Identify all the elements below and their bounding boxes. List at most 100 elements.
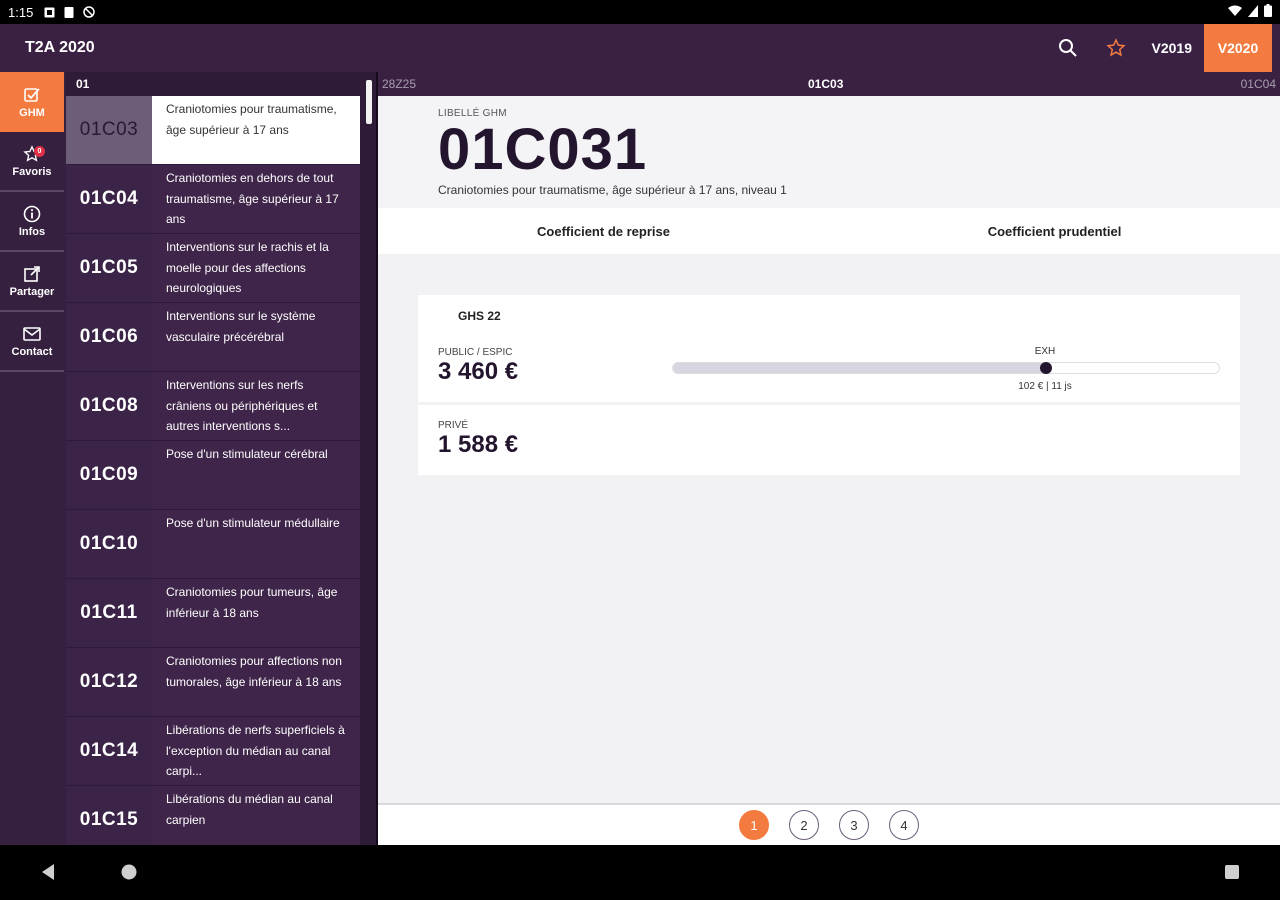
app-title: T2A 2020	[25, 39, 95, 56]
exh-label: EXH	[1034, 346, 1056, 357]
blocked-icon	[83, 6, 96, 18]
rail-item-label: GHM	[19, 107, 45, 119]
list-item-description: Pose d'un stimulateur médullaire	[152, 510, 360, 578]
rail-item-label: Contact	[11, 346, 53, 358]
list-item-code: 01C14	[66, 717, 152, 785]
ghs-public-card: GHS 22 PUBLIC / ESPIC 3 460 € EXH 102 € …	[418, 295, 1240, 402]
list-item[interactable]: 01C11 Craniotomies pour tumeurs, âge infé…	[66, 579, 360, 647]
ghm-list: 01 01C03 Craniotomies pour traumatisme, â…	[66, 72, 376, 845]
prive-value: 1 588 €	[438, 431, 519, 458]
exh-info: 102 € | 11 js	[1018, 381, 1072, 392]
list-item-description: Craniotomies pour traumatisme, âge supér…	[152, 96, 360, 164]
status-bar: 1:15	[0, 0, 1280, 24]
prive-label: PRIVÉ	[438, 420, 469, 431]
coef-reprise-tab[interactable]: Coefficient de reprise	[378, 208, 829, 254]
rail-item-infos[interactable]: Infos	[0, 192, 64, 252]
clipboard-icon	[63, 6, 75, 18]
list-item-code: 01C10	[66, 510, 152, 578]
rail-item-favoris[interactable]: 0 Favoris	[0, 132, 64, 192]
checkbox-icon	[22, 85, 42, 105]
list-item-code: 01C09	[66, 441, 152, 509]
rail-item-ghm[interactable]: GHM	[0, 72, 64, 132]
list-item[interactable]: 01C08 Interventions sur les nerfs crânien…	[66, 372, 360, 440]
rail-item-label: Favoris	[12, 166, 52, 178]
list-item[interactable]: 01C09 Pose d'un stimulateur cérébral	[66, 441, 360, 509]
page-3-button[interactable]: 3	[839, 810, 869, 840]
ghm-tab-strip: 28Z25 01C03 01C04	[378, 72, 1280, 96]
list-item[interactable]: 01C03 Craniotomies pour traumatisme, âge …	[66, 96, 360, 164]
page-2-button[interactable]: 2	[789, 810, 819, 840]
version-2019-button[interactable]: V2019	[1140, 24, 1204, 72]
list-scrollbar[interactable]	[366, 80, 372, 124]
wifi-icon	[1228, 5, 1242, 20]
rail-item-contact[interactable]: Contact	[0, 312, 64, 372]
exh-slider[interactable]	[672, 362, 1220, 374]
list-item-code: 01C03	[66, 96, 152, 164]
star-icon	[1105, 38, 1126, 57]
signal-icon	[1248, 4, 1258, 20]
ghm-subtitle: Craniotomies pour traumatisme, âge supér…	[438, 183, 787, 197]
list-item-code: 01C15	[66, 786, 152, 845]
mail-icon	[22, 324, 42, 344]
list-item-description: Interventions sur le rachis et la moelle…	[152, 234, 360, 302]
list-header: 01	[76, 77, 90, 91]
system-nav-bar	[0, 845, 1280, 900]
coef-prudentiel-tab[interactable]: Coefficient prudentiel	[829, 208, 1280, 254]
app-root: 1:15 T2A 2020 V2019 V2020 GHM 0 Favoris …	[0, 0, 1280, 900]
list-item-code: 01C05	[66, 234, 152, 302]
battery-icon	[1264, 4, 1272, 20]
list-item-description: Interventions sur les nerfs crâniens ou …	[152, 372, 360, 440]
list-item-description: Craniotomies en dehors de tout traumatis…	[152, 165, 360, 233]
nav-rail: GHM 0 Favoris Infos Partager Contact	[0, 72, 66, 845]
search-icon	[1058, 39, 1077, 57]
search-button[interactable]	[1044, 24, 1092, 72]
list-item[interactable]: 01C05 Interventions sur le rachis et la m…	[66, 234, 360, 302]
exh-slider-knob[interactable]	[1040, 362, 1052, 374]
list-item-code: 01C12	[66, 648, 152, 716]
app-bar: T2A 2020 V2019 V2020	[0, 24, 1280, 72]
back-icon[interactable]	[40, 863, 56, 886]
favorite-button[interactable]	[1092, 24, 1140, 72]
status-time: 1:15	[8, 4, 34, 20]
exh-slider-fill	[673, 363, 1046, 373]
list-item[interactable]: 01C14 Libérations de nerfs superficiels à…	[66, 717, 360, 785]
home-icon[interactable]	[120, 863, 138, 886]
tab-previous[interactable]: 28Z25	[382, 77, 416, 91]
ghs-label: GHS 22	[458, 309, 501, 323]
list-item[interactable]: 01C15 Libérations du médian au canal carp…	[66, 786, 360, 845]
share-icon	[22, 264, 42, 284]
list-item-code: 01C11	[66, 579, 152, 647]
list-item-description: Craniotomies pour affections non tumoral…	[152, 648, 360, 716]
rail-item-partager[interactable]: Partager	[0, 252, 64, 312]
tab-next[interactable]: 01C04	[1241, 77, 1276, 91]
tab-current[interactable]: 01C03	[808, 77, 843, 91]
coefficient-tabs: Coefficient de reprise Coefficient prude…	[378, 208, 1280, 254]
rail-item-label: Infos	[18, 226, 46, 238]
notification-icon	[43, 6, 55, 18]
list-item[interactable]: 01C12 Craniotomies pour affections non tu…	[66, 648, 360, 716]
list-item-code: 01C08	[66, 372, 152, 440]
page-4-button[interactable]: 4	[889, 810, 919, 840]
ghm-code-title: 01C031	[438, 117, 648, 182]
ghs-prive-card: PRIVÉ 1 588 €	[418, 405, 1240, 475]
list-item[interactable]: 01C04 Craniotomies en dehors de tout trau…	[66, 165, 360, 233]
pager: 1 2 3 4	[378, 803, 1280, 845]
list-item[interactable]: 01C06 Interventions sur le système vascul…	[66, 303, 360, 371]
list-item-description: Interventions sur le système vasculaire …	[152, 303, 360, 371]
info-icon	[22, 204, 42, 224]
list-item-code: 01C06	[66, 303, 152, 371]
list-item[interactable]: 01C10 Pose d'un stimulateur médullaire	[66, 510, 360, 578]
list-item-code: 01C04	[66, 165, 152, 233]
detail-header: LIBELLÉ GHM 01C031 Craniotomies pour tra…	[378, 96, 1280, 208]
list-item-description: Pose d'un stimulateur cérébral	[152, 441, 360, 509]
recents-icon[interactable]	[1224, 863, 1240, 886]
public-value: 3 460 €	[438, 358, 519, 385]
list-item-description: Libérations du médian au canal carpien	[152, 786, 360, 845]
list-item-description: Libérations de nerfs superficiels à l'ex…	[152, 717, 360, 785]
rail-item-label: Partager	[9, 286, 55, 298]
list-item-description: Craniotomies pour tumeurs, âge inférieur…	[152, 579, 360, 647]
version-2020-button[interactable]: V2020	[1204, 24, 1272, 72]
page-1-button[interactable]: 1	[739, 810, 769, 840]
ghm-detail: LIBELLÉ GHM 01C031 Craniotomies pour tra…	[378, 96, 1280, 845]
favoris-count-badge: 0	[34, 146, 45, 157]
